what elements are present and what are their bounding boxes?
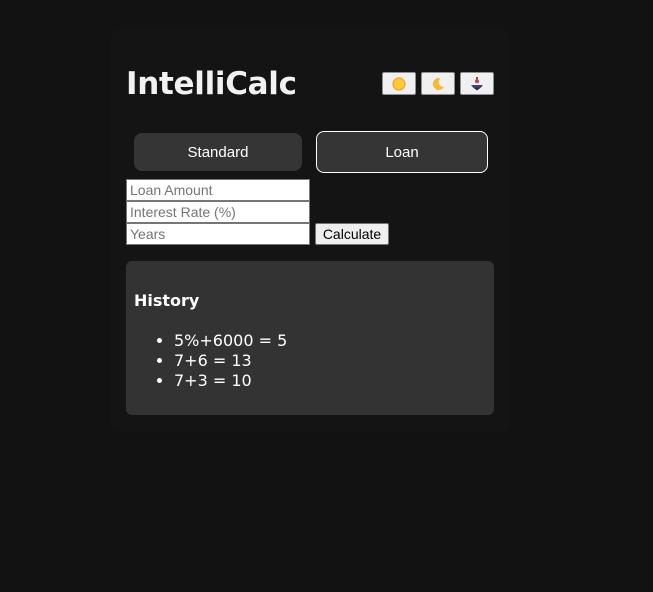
calculate-button[interactable]: Calculate (315, 223, 389, 245)
history-heading: History (134, 291, 200, 310)
light-theme-button[interactable] (382, 72, 416, 95)
loan-mode-button[interactable]: Loan (316, 131, 488, 173)
interest-rate-input[interactable] (126, 201, 310, 223)
dark-theme-button[interactable] (421, 72, 455, 95)
history-item: 5%+6000 = 5 (174, 331, 287, 351)
sun-icon (391, 76, 407, 92)
spinning-top-icon (469, 76, 485, 92)
history-list: 5%+6000 = 5 7+6 = 13 7+3 = 10 (126, 331, 287, 391)
years-input[interactable] (126, 223, 310, 245)
custom-theme-button[interactable] (460, 72, 494, 95)
loan-amount-input[interactable] (126, 179, 310, 201)
app-title: IntelliCalc (126, 66, 297, 102)
standard-mode-button[interactable]: Standard (134, 133, 302, 171)
moon-icon (430, 76, 446, 92)
history-item: 7+3 = 10 (174, 371, 287, 391)
history-panel: History 5%+6000 = 5 7+6 = 13 7+3 = 10 (126, 261, 494, 415)
history-item: 7+6 = 13 (174, 351, 287, 371)
